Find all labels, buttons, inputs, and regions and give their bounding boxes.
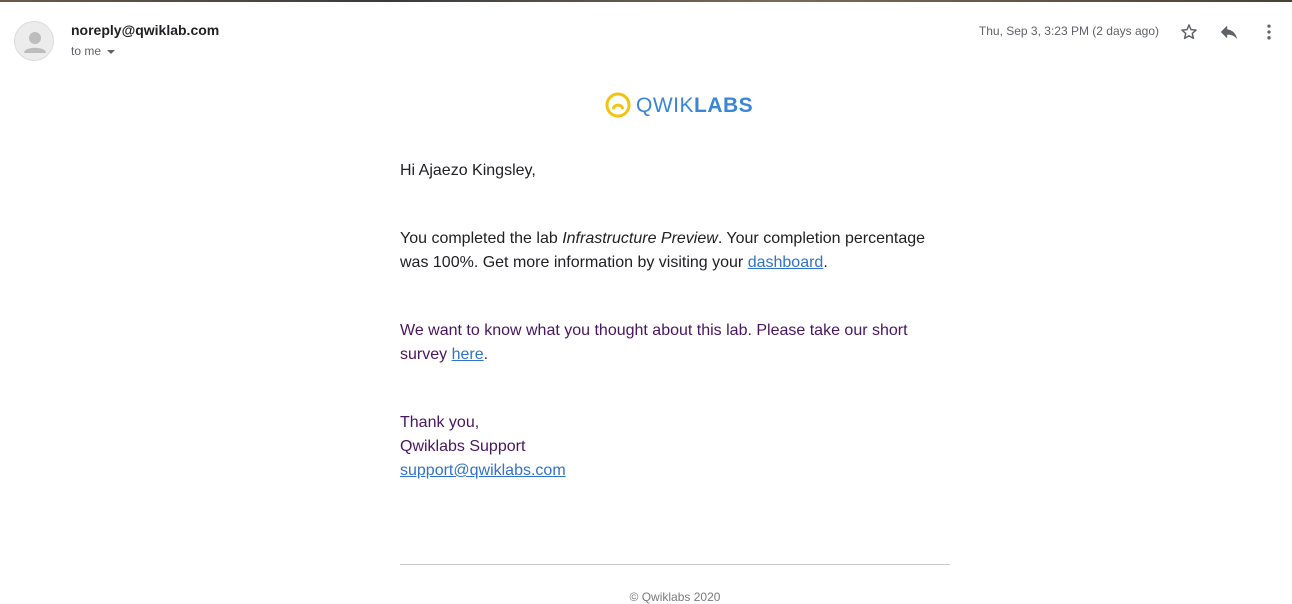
footer-copyright: © Qwiklabs 2020 — [629, 590, 721, 604]
email-header: noreply@qwiklab.com to me Thu, Sep 3, 3:… — [0, 2, 1292, 72]
logo-word-labs: LABS — [694, 93, 754, 117]
person-icon — [24, 32, 46, 53]
sender-email[interactable]: noreply@qwiklab.com — [71, 22, 219, 38]
team-name: Qwiklabs Support — [400, 438, 526, 455]
completion-suffix: . — [823, 254, 828, 271]
qwiklabs-ring-icon — [605, 92, 631, 118]
reply-icon — [1220, 25, 1238, 40]
survey-link[interactable]: here — [452, 346, 484, 363]
logo-word-qwik: QWIK — [636, 93, 694, 117]
thanks-text: Thank you, — [400, 414, 480, 431]
reply-button[interactable] — [1215, 18, 1243, 46]
survey-paragraph: We want to know what you thought about t… — [400, 319, 950, 367]
completion-paragraph: You completed the lab Infrastructure Pre… — [400, 227, 950, 275]
logo-wordmark: QWIKLABS — [636, 95, 753, 116]
star-button[interactable] — [1175, 18, 1203, 46]
star-icon — [1181, 24, 1197, 40]
email-date: Thu, Sep 3, 3:23 PM (2 days ago) — [978, 24, 1159, 38]
greeting-paragraph: Hi Ajaezo Kingsley, — [400, 159, 950, 183]
lab-name: Infrastructure Preview — [562, 230, 718, 247]
signoff-block: Thank you, Qwiklabs Support support@qwik… — [400, 411, 950, 483]
completion-prefix: You completed the lab — [400, 230, 563, 247]
greeting-text: Hi Ajaezo Kingsley, — [400, 162, 536, 179]
sender-avatar[interactable] — [14, 21, 54, 61]
recipient-details[interactable]: to me — [71, 44, 116, 58]
email-content: QWIKLABS Hi Ajaezo Kingsley, You complet… — [0, 72, 1292, 604]
caret-down-icon[interactable] — [107, 50, 116, 54]
recipient-label: to me — [71, 44, 102, 58]
dashboard-link[interactable]: dashboard — [748, 254, 824, 271]
more-options-button[interactable] — [1255, 18, 1283, 46]
qwiklabs-logo[interactable]: QWIKLABS — [604, 91, 753, 119]
survey-suffix: . — [483, 346, 489, 363]
support-email-link[interactable]: support@qwiklabs.com — [400, 462, 566, 479]
footer-divider — [400, 564, 950, 565]
more-vert-icon — [1267, 24, 1271, 40]
